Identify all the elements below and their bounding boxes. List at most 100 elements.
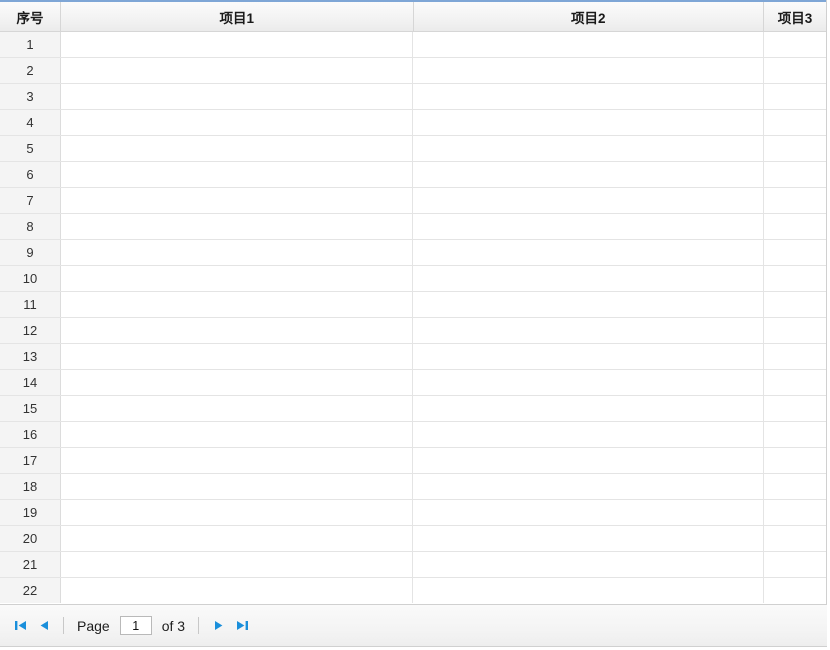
table-cell-item1[interactable] bbox=[60, 214, 414, 239]
table-cell-item2[interactable] bbox=[413, 162, 765, 187]
table-cell-item1[interactable] bbox=[60, 448, 414, 473]
table-row[interactable]: 19 bbox=[0, 500, 826, 526]
first-page-icon[interactable] bbox=[8, 614, 32, 638]
table-row[interactable]: 18 bbox=[0, 474, 826, 500]
table-cell-item2[interactable] bbox=[413, 396, 765, 421]
table-cell-item3[interactable] bbox=[764, 396, 826, 421]
table-row[interactable]: 4 bbox=[0, 110, 826, 136]
table-cell-item3[interactable] bbox=[764, 370, 826, 395]
table-cell-item1[interactable] bbox=[60, 422, 414, 447]
table-cell-item2[interactable] bbox=[413, 266, 765, 291]
table-cell-item1[interactable] bbox=[60, 84, 414, 109]
table-cell-item3[interactable] bbox=[764, 84, 826, 109]
table-cell-item3[interactable] bbox=[764, 552, 826, 577]
table-row[interactable]: 21 bbox=[0, 552, 826, 578]
table-cell-item2[interactable] bbox=[413, 370, 765, 395]
table-cell-item1[interactable] bbox=[60, 292, 414, 317]
table-row[interactable]: 2 bbox=[0, 58, 826, 84]
table-cell-item2[interactable] bbox=[413, 344, 765, 369]
table-cell-item3[interactable] bbox=[764, 292, 826, 317]
table-cell-item1[interactable] bbox=[60, 240, 414, 265]
table-row[interactable]: 10 bbox=[0, 266, 826, 292]
pager-separator-right bbox=[198, 617, 200, 634]
table-cell-item1[interactable] bbox=[60, 370, 414, 395]
table-row[interactable]: 8 bbox=[0, 214, 826, 240]
table-cell-item2[interactable] bbox=[413, 474, 765, 499]
table-cell-item2[interactable] bbox=[413, 292, 765, 317]
table-row[interactable]: 16 bbox=[0, 422, 826, 448]
column-header-item2[interactable]: 项目2 bbox=[414, 2, 765, 31]
table-cell-item2[interactable] bbox=[413, 240, 765, 265]
column-header-index[interactable]: 序号 bbox=[0, 2, 61, 31]
table-row[interactable]: 13 bbox=[0, 344, 826, 370]
table-row[interactable]: 6 bbox=[0, 162, 826, 188]
table-row[interactable]: 22 bbox=[0, 578, 826, 603]
table-cell-item3[interactable] bbox=[764, 32, 826, 57]
table-cell-item2[interactable] bbox=[413, 110, 765, 135]
table-row[interactable]: 15 bbox=[0, 396, 826, 422]
table-cell-item1[interactable] bbox=[60, 578, 414, 603]
table-cell-item2[interactable] bbox=[413, 318, 765, 343]
table-row[interactable]: 1 bbox=[0, 32, 826, 58]
table-cell-item3[interactable] bbox=[764, 136, 826, 161]
table-cell-item1[interactable] bbox=[60, 474, 414, 499]
table-row[interactable]: 5 bbox=[0, 136, 826, 162]
table-cell-item1[interactable] bbox=[60, 318, 414, 343]
table-cell-item2[interactable] bbox=[413, 32, 765, 57]
page-number-input[interactable] bbox=[119, 616, 152, 635]
table-cell-item1[interactable] bbox=[60, 396, 414, 421]
table-cell-item2[interactable] bbox=[413, 188, 765, 213]
table-cell-item2[interactable] bbox=[413, 58, 765, 83]
column-header-item3[interactable]: 项目3 bbox=[764, 2, 826, 31]
table-row[interactable]: 14 bbox=[0, 370, 826, 396]
table-cell-item3[interactable] bbox=[764, 474, 826, 499]
table-cell-item1[interactable] bbox=[60, 500, 414, 525]
table-cell-item2[interactable] bbox=[413, 526, 765, 551]
table-cell-item2[interactable] bbox=[413, 136, 765, 161]
table-cell-item2[interactable] bbox=[413, 500, 765, 525]
table-cell-item1[interactable] bbox=[60, 552, 414, 577]
table-cell-item1[interactable] bbox=[60, 162, 414, 187]
table-cell-item3[interactable] bbox=[764, 318, 826, 343]
table-row[interactable]: 20 bbox=[0, 526, 826, 552]
table-cell-item2[interactable] bbox=[413, 552, 765, 577]
next-page-icon[interactable] bbox=[206, 614, 230, 638]
table-cell-item3[interactable] bbox=[764, 578, 826, 603]
table-cell-item3[interactable] bbox=[764, 500, 826, 525]
grid-body[interactable]: 1 2 3 4 5 6 7 8 9 10 11 12 13 14 15 16 17 18 19 20 21 22 bbox=[0, 32, 826, 603]
table-cell-item3[interactable] bbox=[764, 448, 826, 473]
table-row[interactable]: 17 bbox=[0, 448, 826, 474]
table-cell-item3[interactable] bbox=[764, 526, 826, 551]
table-cell-item1[interactable] bbox=[60, 188, 414, 213]
table-cell-item3[interactable] bbox=[764, 188, 826, 213]
table-cell-item3[interactable] bbox=[764, 58, 826, 83]
table-cell-item1[interactable] bbox=[60, 32, 414, 57]
table-cell-item3[interactable] bbox=[764, 240, 826, 265]
table-cell-item2[interactable] bbox=[413, 422, 765, 447]
table-cell-item2[interactable] bbox=[413, 578, 765, 603]
table-cell-item3[interactable] bbox=[764, 110, 826, 135]
table-cell-item2[interactable] bbox=[413, 84, 765, 109]
table-cell-item1[interactable] bbox=[60, 136, 414, 161]
prev-page-icon[interactable] bbox=[32, 614, 56, 638]
table-cell-item3[interactable] bbox=[764, 214, 826, 239]
table-row[interactable]: 11 bbox=[0, 292, 826, 318]
table-cell-item3[interactable] bbox=[764, 266, 826, 291]
table-row[interactable]: 9 bbox=[0, 240, 826, 266]
table-cell-item2[interactable] bbox=[413, 214, 765, 239]
row-index-cell: 6 bbox=[0, 162, 61, 187]
table-cell-item1[interactable] bbox=[60, 526, 414, 551]
last-page-icon[interactable] bbox=[230, 614, 254, 638]
table-cell-item1[interactable] bbox=[60, 344, 414, 369]
table-row[interactable]: 12 bbox=[0, 318, 826, 344]
table-cell-item1[interactable] bbox=[60, 58, 414, 83]
table-cell-item2[interactable] bbox=[413, 448, 765, 473]
table-cell-item1[interactable] bbox=[60, 266, 414, 291]
column-header-item1[interactable]: 项目1 bbox=[61, 2, 414, 31]
table-cell-item3[interactable] bbox=[764, 162, 826, 187]
table-row[interactable]: 3 bbox=[0, 84, 826, 110]
table-row[interactable]: 7 bbox=[0, 188, 826, 214]
table-cell-item1[interactable] bbox=[60, 110, 414, 135]
table-cell-item3[interactable] bbox=[764, 422, 826, 447]
table-cell-item3[interactable] bbox=[764, 344, 826, 369]
